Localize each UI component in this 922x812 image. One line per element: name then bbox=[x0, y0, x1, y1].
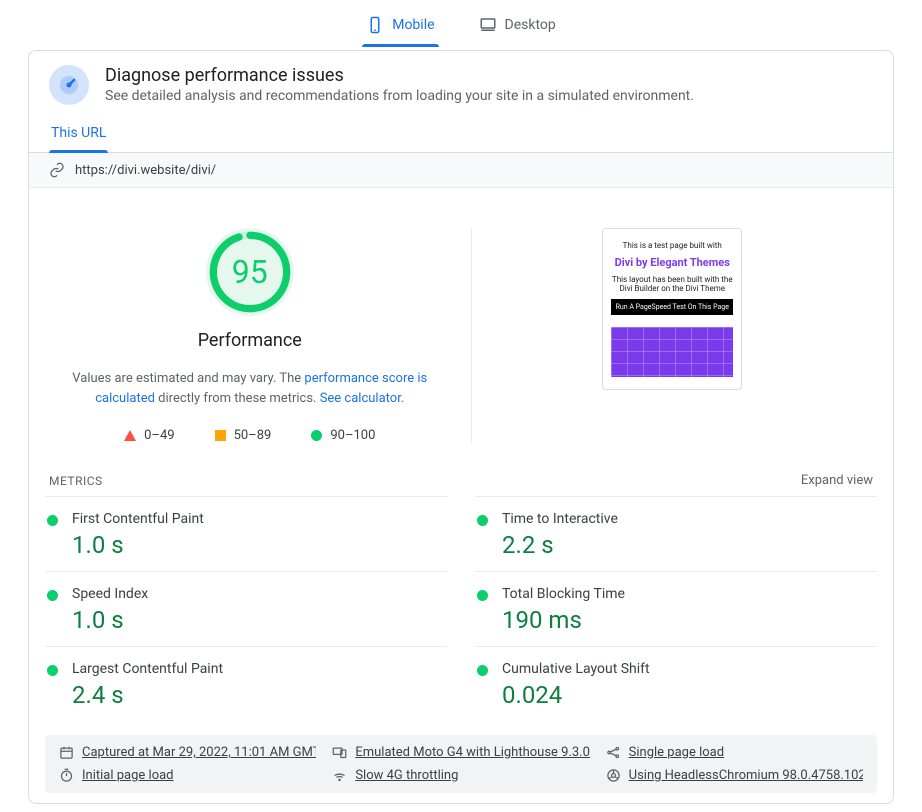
tab-this-url-label: This URL bbox=[51, 125, 106, 141]
score-description: Values are estimated and may vary. The p… bbox=[60, 369, 440, 408]
calendar-icon bbox=[59, 745, 74, 760]
info-initial[interactable]: Initial page load bbox=[82, 768, 174, 783]
metric-value: 2.4 s bbox=[72, 681, 223, 709]
tab-desktop-label: Desktop bbox=[505, 17, 556, 33]
metric-time-to-interactive: Time to Interactive 2.2 s bbox=[475, 496, 877, 571]
metric-name: Speed Index bbox=[72, 586, 148, 602]
info-chrome[interactable]: Using HeadlessChromium 98.0.4758.102 wit… bbox=[629, 768, 863, 783]
metric-status-dot bbox=[47, 590, 58, 601]
metric-name: Cumulative Layout Shift bbox=[502, 661, 650, 677]
info-captured[interactable]: Captured at Mar 29, 2022, 11:01 AM GMT-4 bbox=[82, 745, 316, 760]
link-icon bbox=[49, 162, 65, 178]
metric-status-dot bbox=[47, 515, 58, 526]
tab-mobile[interactable]: Mobile bbox=[362, 8, 438, 46]
signal-icon bbox=[332, 768, 347, 783]
diagnose-title: Diagnose performance issues bbox=[105, 65, 694, 86]
score-link-calc[interactable]: See calculator bbox=[320, 391, 401, 406]
info-throttle[interactable]: Slow 4G throttling bbox=[355, 768, 458, 783]
metric-total-blocking-time: Total Blocking Time 190 ms bbox=[475, 571, 877, 646]
metric-name: First Contentful Paint bbox=[72, 511, 204, 527]
tab-desktop[interactable]: Desktop bbox=[475, 8, 560, 46]
metric-first-contentful-paint: First Contentful Paint 1.0 s bbox=[45, 496, 447, 571]
info-single[interactable]: Single page load bbox=[629, 745, 724, 760]
legend-red-icon bbox=[124, 430, 136, 441]
preview-text-2: This layout has been built with the Divi… bbox=[611, 275, 733, 293]
metric-value: 1.0 s bbox=[72, 531, 204, 559]
report-info-bar: Captured at Mar 29, 2022, 11:01 AM GMT-4… bbox=[45, 735, 877, 793]
metric-value: 1.0 s bbox=[72, 606, 148, 634]
mobile-icon bbox=[366, 16, 384, 34]
metric-value: 0.024 bbox=[502, 681, 650, 709]
metric-cumulative-layout-shift: Cumulative Layout Shift 0.024 bbox=[475, 646, 877, 721]
preview-hero bbox=[611, 327, 733, 377]
device-icon bbox=[332, 745, 347, 760]
metric-status-dot bbox=[477, 590, 488, 601]
legend-amber-icon bbox=[215, 430, 226, 441]
timer-icon bbox=[59, 768, 74, 783]
share-icon bbox=[606, 745, 621, 760]
desktop-icon bbox=[479, 16, 497, 34]
tab-mobile-label: Mobile bbox=[392, 17, 434, 33]
preview-text-1: This is a test page built with bbox=[611, 241, 733, 250]
preview-button: Run A PageSpeed Test On This Page bbox=[611, 299, 733, 315]
gauge-header-icon bbox=[49, 65, 89, 105]
score-label: Performance bbox=[198, 330, 302, 351]
diagnose-subtitle: See detailed analysis and recommendation… bbox=[105, 88, 694, 104]
metric-status-dot bbox=[47, 665, 58, 676]
tested-url: https://divi.website/divi/ bbox=[75, 163, 216, 178]
chrome-icon bbox=[606, 768, 621, 783]
metrics-title: METRICS bbox=[49, 474, 103, 488]
legend-green-icon bbox=[311, 430, 322, 441]
metrics-grid: First Contentful Paint 1.0 s Time to Inter… bbox=[29, 496, 893, 721]
preview-brand: Divi by Elegant Themes bbox=[611, 256, 733, 269]
report-card: Diagnose performance issues See detailed… bbox=[28, 50, 894, 804]
metric-value: 190 ms bbox=[502, 606, 625, 634]
tab-this-url[interactable]: This URL bbox=[49, 115, 108, 152]
expand-view[interactable]: Expand view bbox=[801, 473, 873, 488]
metric-name: Time to Interactive bbox=[502, 511, 618, 527]
metric-status-dot bbox=[477, 665, 488, 676]
metric-name: Total Blocking Time bbox=[502, 586, 625, 602]
metric-value: 2.2 s bbox=[502, 531, 618, 559]
metric-status-dot bbox=[477, 515, 488, 526]
score-gauge: 95 bbox=[206, 228, 294, 316]
metric-largest-contentful-paint: Largest Contentful Paint 2.4 s bbox=[45, 646, 447, 721]
metric-name: Largest Contentful Paint bbox=[72, 661, 223, 677]
score-value: 95 bbox=[206, 228, 294, 316]
site-preview: This is a test page built with Divi by E… bbox=[602, 228, 742, 390]
score-legend: 0–49 50–89 90–100 bbox=[124, 428, 375, 443]
info-emulated[interactable]: Emulated Moto G4 with Lighthouse 9.3.0 bbox=[355, 745, 589, 760]
metric-speed-index: Speed Index 1.0 s bbox=[45, 571, 447, 646]
